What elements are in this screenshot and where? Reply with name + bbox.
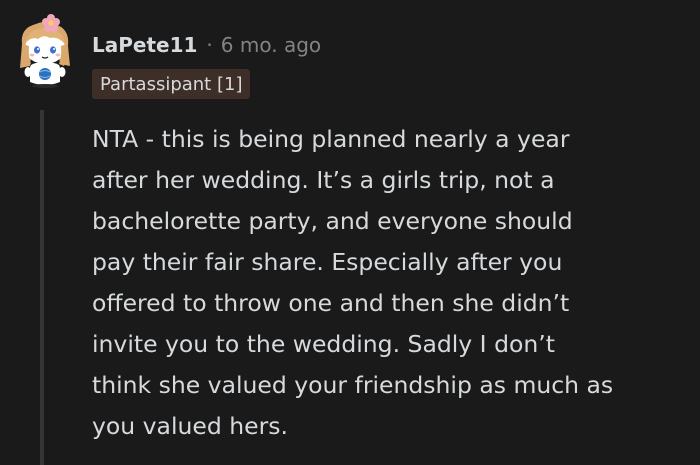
comment-body-line: invite you to the wedding. Sadly I don’t xyxy=(92,330,555,358)
comment-body: NTA - this is being planned nearly a yea… xyxy=(92,119,682,447)
comment-body-line: you valued hers. xyxy=(92,412,288,440)
snoo-avatar-icon xyxy=(20,14,70,88)
comment: LaPete11 · 6 mo. ago Partassipant [1] NT… xyxy=(0,0,700,465)
comment-body-line: think she valued your friendship as much… xyxy=(92,371,614,399)
avatar[interactable] xyxy=(14,14,76,88)
thread-collapse-line[interactable] xyxy=(40,110,44,465)
user-flair: Partassipant [1] xyxy=(92,69,251,99)
comment-body-line: pay their fair share. Especially after y… xyxy=(92,248,563,276)
timestamp[interactable]: 6 mo. ago xyxy=(221,33,321,57)
username-link[interactable]: LaPete11 xyxy=(92,33,197,57)
comment-body-line: offered to throw one and then she didn’t xyxy=(92,289,570,317)
meta-separator: · xyxy=(206,33,213,57)
comment-body-line: bachelorette party, and everyone should xyxy=(92,207,573,235)
comment-body-line: after her wedding. It’s a girls trip, no… xyxy=(92,166,555,194)
comment-header: LaPete11 · 6 mo. ago xyxy=(92,30,321,60)
comment-body-line: NTA - this is being planned nearly a yea… xyxy=(92,125,570,153)
